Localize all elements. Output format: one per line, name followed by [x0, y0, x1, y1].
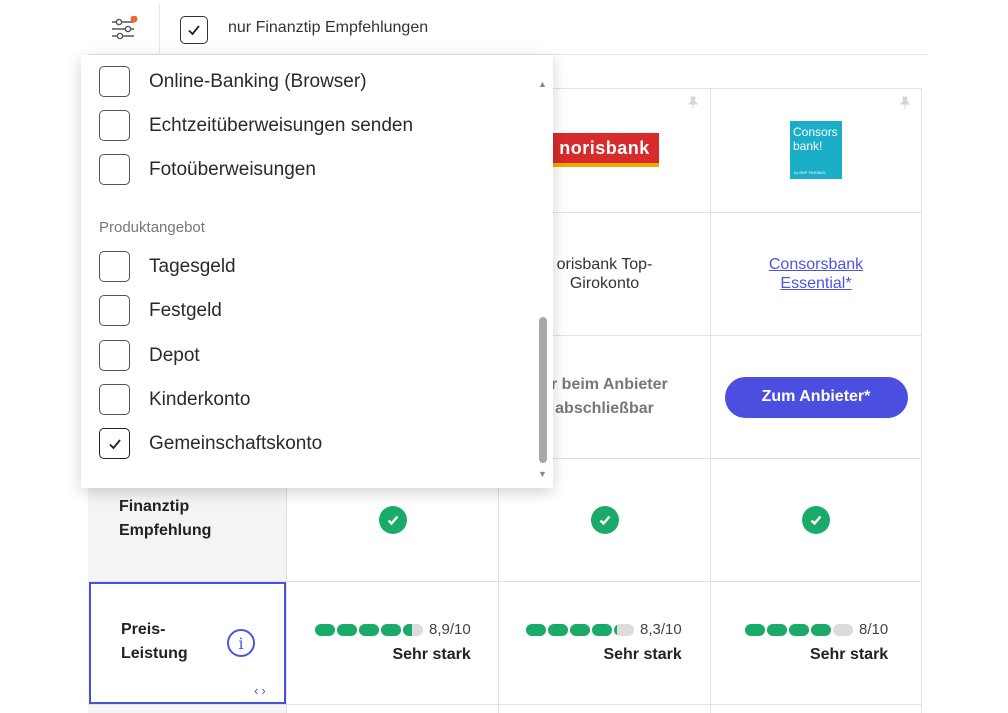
score-block: 8,3/10 Sehr stark	[526, 621, 682, 664]
checkbox[interactable]	[99, 295, 130, 326]
consorsbank-logo-cell: Consors bank! by BNP PARIBAS	[711, 88, 921, 212]
score-value: 8,9/10	[429, 621, 471, 638]
product-name-cell: Consorsbank Essential*	[711, 213, 921, 335]
norisbank-logo: norisbank	[550, 133, 659, 167]
score-pill	[745, 623, 765, 636]
score-pill	[570, 623, 590, 636]
checkbox[interactable]	[99, 428, 130, 459]
recommendation-checkbox[interactable]	[180, 16, 208, 44]
filter-option[interactable]: Fotoüberweisungen	[99, 154, 316, 185]
check-circle-icon	[590, 506, 619, 534]
scroll-down-arrow[interactable]: ▼	[538, 469, 547, 479]
score-pill	[592, 623, 612, 636]
scrollbar-thumb[interactable]	[539, 317, 547, 463]
sliders-icon	[111, 16, 137, 40]
product-name: orisbank Top-Girokonto	[556, 256, 653, 292]
filter-option[interactable]: Gemeinschaftskonto	[99, 428, 322, 459]
score-pill	[359, 623, 379, 636]
filter-button[interactable]	[88, 3, 160, 55]
checkmark-icon	[108, 438, 121, 449]
score-pill	[767, 623, 787, 636]
score-pill	[833, 623, 853, 636]
score-block: 8/10 Sehr stark	[745, 621, 888, 664]
score-value: 8,3/10	[640, 621, 682, 638]
price-performance-label: Preis- Leistung	[121, 621, 188, 662]
scroll-up-arrow[interactable]: ▲	[538, 79, 547, 89]
filter-dropdown: Online-Banking (Browser) Echtzeitüberwei…	[81, 55, 553, 488]
score-bar	[315, 623, 423, 636]
score-pill	[337, 623, 357, 636]
score-pill	[403, 623, 423, 636]
zum-anbieter-button[interactable]: Zum Anbieter*	[724, 376, 908, 418]
checkmark-icon	[188, 25, 200, 36]
cta-cell: Zum Anbieter*	[711, 336, 921, 458]
filter-bar: nur Finanztip Empfehlungen	[88, 3, 928, 55]
score-rating: Sehr stark	[392, 646, 471, 663]
score-bar	[745, 623, 853, 636]
score-rating: Sehr stark	[809, 646, 889, 663]
checkbox[interactable]	[99, 340, 130, 371]
checkbox[interactable]	[99, 66, 130, 97]
checkbox[interactable]	[99, 154, 130, 185]
score-rating: Sehr stark	[603, 646, 682, 663]
checkbox[interactable]	[99, 251, 130, 282]
check-circle-icon	[378, 506, 407, 534]
score-value: 8/10	[859, 621, 889, 638]
checkbox[interactable]	[99, 384, 130, 415]
row-label-recommendation: Finanztip Empfehlung	[119, 498, 212, 539]
filter-option[interactable]: Tagesgeld	[99, 251, 236, 282]
consorsbank-logo: Consors bank! by BNP PARIBAS	[790, 121, 842, 179]
check-circle-icon	[802, 506, 830, 534]
product-link[interactable]: Essential*	[780, 274, 851, 293]
product-link[interactable]: Consorsbank	[769, 255, 863, 274]
score-pill	[548, 623, 568, 636]
score-pill	[811, 623, 831, 636]
info-icon[interactable]: i	[227, 629, 255, 657]
score-pill	[526, 623, 546, 636]
score-bar	[526, 623, 634, 636]
score-block: 8,9/10 Sehr stark	[315, 621, 471, 664]
score-pill	[315, 623, 335, 636]
filter-option[interactable]: Online-Banking (Browser)	[99, 66, 367, 97]
score-pill	[614, 623, 634, 636]
row-label-price-performance[interactable]: Preis- Leistung i ‹›	[89, 582, 286, 704]
filter-option[interactable]: Depot	[99, 340, 200, 371]
filter-option[interactable]: Kinderkonto	[99, 384, 250, 415]
filter-option[interactable]: Echtzeitüberweisungen senden	[99, 110, 413, 141]
chevron-left-right-icon[interactable]: ‹›	[254, 683, 269, 698]
score-pill	[381, 623, 401, 636]
section-title: Produktangebot	[99, 219, 205, 236]
checkbox[interactable]	[99, 110, 130, 141]
filter-option[interactable]: Festgeld	[99, 295, 222, 326]
score-pill	[789, 623, 809, 636]
recommendation-cell	[711, 459, 921, 581]
recommendation-filter-label[interactable]: nur Finanztip Empfehlungen	[228, 19, 428, 37]
